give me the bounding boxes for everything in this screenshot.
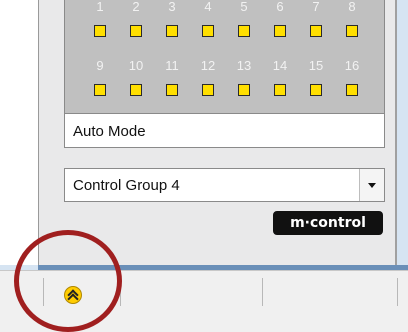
status-cell-separator <box>397 278 398 306</box>
led-indicator <box>238 25 250 37</box>
control-group-value: Control Group 4 <box>73 177 180 194</box>
led-number: 16 <box>344 58 360 73</box>
led-number: 8 <box>348 0 356 14</box>
right-strip <box>397 0 408 265</box>
led-number: 2 <box>132 0 140 14</box>
status-bar-border <box>0 270 408 271</box>
m-control-logo: m·control <box>273 211 383 235</box>
led-indicator <box>166 84 178 96</box>
led-number: 9 <box>96 58 104 73</box>
led-indicator <box>130 25 142 37</box>
mode-label: Auto Mode <box>73 123 146 140</box>
led-indicator <box>166 25 178 37</box>
chevron-down-icon <box>368 183 376 188</box>
led-indicator <box>94 84 106 96</box>
led-number: 5 <box>240 0 248 14</box>
led-number: 12 <box>200 58 216 73</box>
status-bar <box>0 270 408 332</box>
led-indicator <box>310 84 322 96</box>
led-indicator <box>202 84 214 96</box>
led-number: 15 <box>308 58 324 73</box>
led-indicator <box>202 25 214 37</box>
led-indicator <box>310 25 322 37</box>
led-number: 4 <box>204 0 212 14</box>
led-number: 11 <box>165 58 179 73</box>
led-number: 1 <box>96 0 104 14</box>
status-cell-separator <box>120 278 121 306</box>
led-number: 14 <box>272 58 288 73</box>
led-indicator <box>346 84 358 96</box>
led-indicator <box>274 25 286 37</box>
chevron-up-icon[interactable] <box>64 286 82 305</box>
led-number: 6 <box>276 0 284 14</box>
led-number: 10 <box>128 58 144 73</box>
left-edge <box>0 0 38 265</box>
led-number: 13 <box>236 58 252 73</box>
led-indicator <box>94 25 106 37</box>
led-number: 7 <box>312 0 320 14</box>
dropdown-button[interactable] <box>359 169 384 201</box>
led-indicator <box>130 84 142 96</box>
led-indicator <box>274 84 286 96</box>
led-indicator <box>346 25 358 37</box>
status-cell-separator <box>262 278 263 306</box>
mode-display: Auto Mode <box>64 114 385 148</box>
led-number: 3 <box>168 0 176 14</box>
control-group-select[interactable]: Control Group 4 <box>64 168 385 202</box>
status-cell-separator <box>43 278 44 306</box>
led-panel: 1 2 3 4 5 6 7 8 9 10 11 12 13 14 15 16 <box>64 0 385 114</box>
led-indicator <box>238 84 250 96</box>
